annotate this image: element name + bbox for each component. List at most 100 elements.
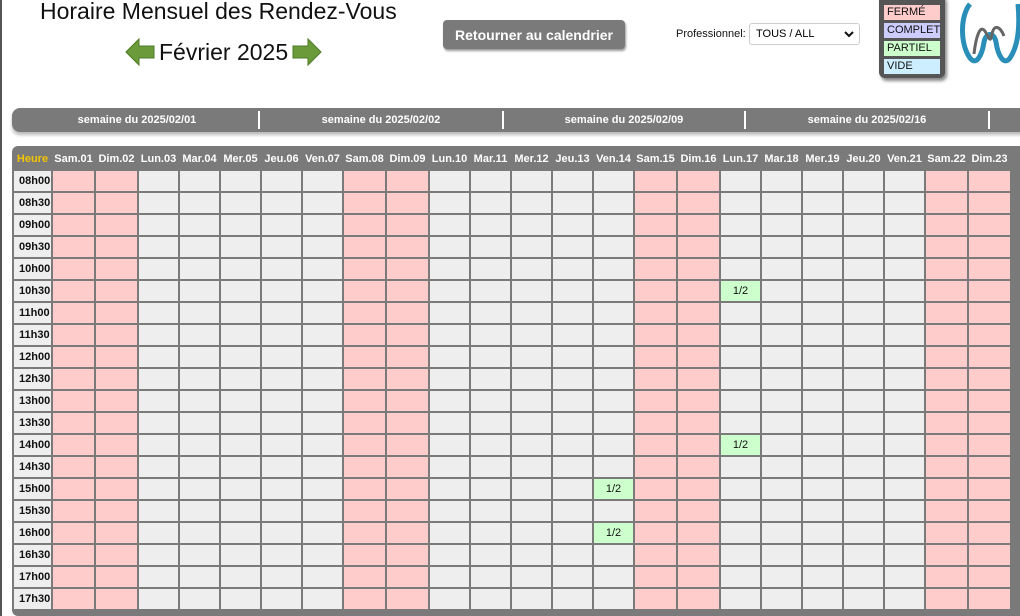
- empty-slot[interactable]: [471, 391, 510, 411]
- empty-slot[interactable]: [762, 567, 801, 587]
- empty-slot[interactable]: [762, 237, 801, 257]
- empty-slot[interactable]: [844, 303, 883, 323]
- empty-slot[interactable]: [803, 479, 842, 499]
- empty-slot[interactable]: [180, 303, 219, 323]
- empty-slot[interactable]: [303, 193, 342, 213]
- empty-slot[interactable]: [762, 479, 801, 499]
- empty-slot[interactable]: [139, 369, 178, 389]
- empty-slot[interactable]: [594, 567, 633, 587]
- empty-slot[interactable]: [844, 479, 883, 499]
- empty-slot[interactable]: [803, 567, 842, 587]
- empty-slot[interactable]: [553, 435, 592, 455]
- empty-slot[interactable]: [262, 281, 301, 301]
- empty-slot[interactable]: [221, 281, 260, 301]
- empty-slot[interactable]: [180, 501, 219, 521]
- empty-slot[interactable]: [553, 589, 592, 609]
- empty-slot[interactable]: [430, 589, 469, 609]
- empty-slot[interactable]: [885, 259, 924, 279]
- empty-slot[interactable]: [721, 259, 760, 279]
- empty-slot[interactable]: [844, 281, 883, 301]
- empty-slot[interactable]: [594, 215, 633, 235]
- empty-slot[interactable]: [221, 391, 260, 411]
- empty-slot[interactable]: [512, 193, 551, 213]
- empty-slot[interactable]: [180, 281, 219, 301]
- empty-slot[interactable]: [553, 237, 592, 257]
- empty-slot[interactable]: [553, 567, 592, 587]
- empty-slot[interactable]: [303, 501, 342, 521]
- empty-slot[interactable]: [430, 281, 469, 301]
- empty-slot[interactable]: [721, 347, 760, 367]
- week-tab[interactable]: semaine du 2025/02/02: [260, 111, 504, 129]
- empty-slot[interactable]: [512, 281, 551, 301]
- empty-slot[interactable]: [885, 215, 924, 235]
- empty-slot[interactable]: [221, 259, 260, 279]
- empty-slot[interactable]: [303, 281, 342, 301]
- empty-slot[interactable]: [471, 413, 510, 433]
- empty-slot[interactable]: [803, 171, 842, 191]
- empty-slot[interactable]: [139, 325, 178, 345]
- empty-slot[interactable]: [139, 435, 178, 455]
- empty-slot[interactable]: [180, 391, 219, 411]
- empty-slot[interactable]: [721, 215, 760, 235]
- empty-slot[interactable]: [594, 325, 633, 345]
- empty-slot[interactable]: [221, 567, 260, 587]
- empty-slot[interactable]: [139, 413, 178, 433]
- empty-slot[interactable]: [844, 391, 883, 411]
- empty-slot[interactable]: [262, 193, 301, 213]
- empty-slot[interactable]: [721, 457, 760, 477]
- empty-slot[interactable]: [303, 545, 342, 565]
- empty-slot[interactable]: [430, 413, 469, 433]
- empty-slot[interactable]: [471, 171, 510, 191]
- empty-slot[interactable]: [885, 281, 924, 301]
- empty-slot[interactable]: [844, 435, 883, 455]
- empty-slot[interactable]: [721, 193, 760, 213]
- empty-slot[interactable]: [512, 215, 551, 235]
- empty-slot[interactable]: [803, 215, 842, 235]
- empty-slot[interactable]: [262, 523, 301, 543]
- empty-slot[interactable]: [803, 369, 842, 389]
- empty-slot[interactable]: [180, 523, 219, 543]
- empty-slot[interactable]: [262, 567, 301, 587]
- empty-slot[interactable]: [221, 435, 260, 455]
- empty-slot[interactable]: [471, 545, 510, 565]
- empty-slot[interactable]: [762, 501, 801, 521]
- empty-slot[interactable]: [553, 193, 592, 213]
- empty-slot[interactable]: [512, 567, 551, 587]
- empty-slot[interactable]: [180, 259, 219, 279]
- empty-slot[interactable]: [512, 171, 551, 191]
- empty-slot[interactable]: [262, 259, 301, 279]
- empty-slot[interactable]: [180, 479, 219, 499]
- empty-slot[interactable]: [594, 391, 633, 411]
- empty-slot[interactable]: [512, 545, 551, 565]
- empty-slot[interactable]: [303, 369, 342, 389]
- empty-slot[interactable]: [430, 347, 469, 367]
- empty-slot[interactable]: [844, 237, 883, 257]
- empty-slot[interactable]: [471, 193, 510, 213]
- empty-slot[interactable]: [885, 501, 924, 521]
- empty-slot[interactable]: [221, 193, 260, 213]
- partial-slot[interactable]: 1/2: [721, 435, 760, 455]
- empty-slot[interactable]: [430, 567, 469, 587]
- empty-slot[interactable]: [221, 479, 260, 499]
- empty-slot[interactable]: [139, 479, 178, 499]
- empty-slot[interactable]: [512, 325, 551, 345]
- empty-slot[interactable]: [844, 589, 883, 609]
- empty-slot[interactable]: [303, 589, 342, 609]
- empty-slot[interactable]: [594, 193, 633, 213]
- empty-slot[interactable]: [762, 435, 801, 455]
- empty-slot[interactable]: [762, 259, 801, 279]
- empty-slot[interactable]: [721, 171, 760, 191]
- empty-slot[interactable]: [430, 193, 469, 213]
- empty-slot[interactable]: [512, 303, 551, 323]
- empty-slot[interactable]: [139, 171, 178, 191]
- empty-slot[interactable]: [303, 259, 342, 279]
- empty-slot[interactable]: [180, 413, 219, 433]
- week-tab[interactable]: semaine du 2025/02/09: [504, 111, 746, 129]
- empty-slot[interactable]: [594, 369, 633, 389]
- partial-slot[interactable]: 1/2: [594, 523, 633, 543]
- empty-slot[interactable]: [594, 303, 633, 323]
- empty-slot[interactable]: [803, 259, 842, 279]
- empty-slot[interactable]: [221, 545, 260, 565]
- empty-slot[interactable]: [762, 325, 801, 345]
- empty-slot[interactable]: [139, 391, 178, 411]
